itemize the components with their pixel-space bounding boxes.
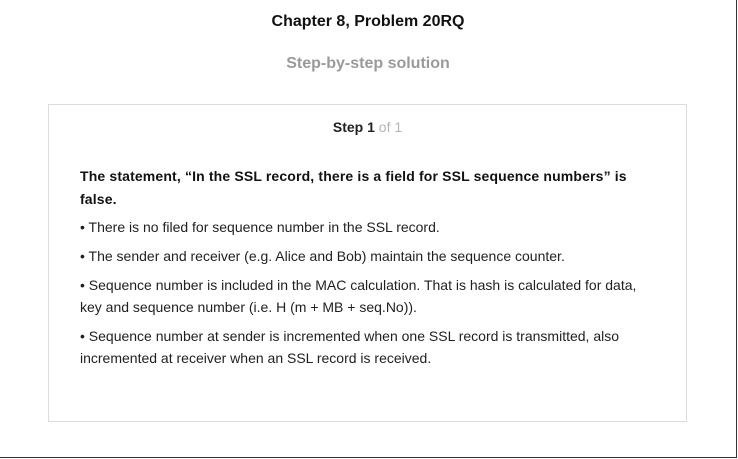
bullet-item: • The sender and receiver (e.g. Alice an… xyxy=(80,248,565,264)
solution-statement: The statement, “In the SSL record, there… xyxy=(80,168,627,207)
chapter-title: Chapter 8, Problem 20RQ xyxy=(271,13,465,30)
step-number: 1 xyxy=(367,119,375,135)
solution-content: The statement, “In the SSL record, there… xyxy=(80,165,660,376)
page-frame: Chapter 8, Problem 20RQ Step-by-step sol… xyxy=(0,0,737,458)
step-header: Step 1 of 1 xyxy=(49,119,686,135)
step-card: Step 1 of 1 The statement, “In the SSL r… xyxy=(48,104,687,422)
bullet-item: • Sequence number at sender is increment… xyxy=(80,328,620,366)
bullet-item: • There is no filed for sequence number … xyxy=(80,219,440,235)
solution-subtitle: Step-by-step solution xyxy=(286,55,450,72)
step-label: Step xyxy=(332,119,364,135)
bullet-item: • Sequence number is included in the MAC… xyxy=(80,277,637,315)
step-total: of 1 xyxy=(378,119,403,135)
